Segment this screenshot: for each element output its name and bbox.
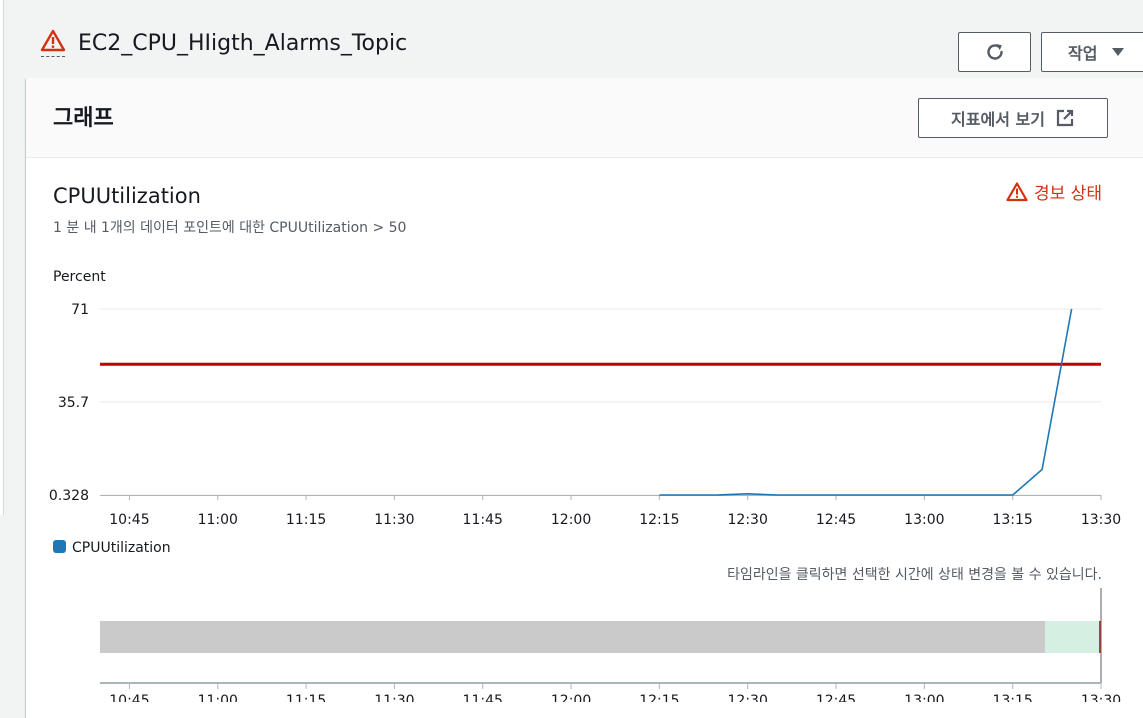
left-sidebar-edge bbox=[0, 0, 4, 515]
timeline-tick-label: 12:00 bbox=[551, 693, 591, 702]
x-tick-label: 13:15 bbox=[992, 512, 1032, 528]
page-title: EC2_CPU_HIigth_Alarms_Topic bbox=[78, 30, 408, 56]
x-tick-label: 10:45 bbox=[109, 512, 149, 528]
graph-panel: 그래프 지표에서 보기 CPUUtilization 1 분 내 1개의 데이터… bbox=[26, 78, 1143, 718]
timeline-tick-label: 13:30 bbox=[1081, 693, 1121, 702]
x-tick-label: 12:45 bbox=[816, 512, 856, 528]
x-tick-label: 13:30 bbox=[1081, 512, 1121, 528]
timeline-hint: 타임라인을 클릭하면 선택한 시간에 상태 변경을 볼 수 있습니다. bbox=[727, 567, 1102, 583]
x-tick-label: 11:15 bbox=[286, 512, 326, 528]
page-header: EC2_CPU_HIigth_Alarms_Topic bbox=[40, 28, 407, 58]
legend-swatch bbox=[53, 540, 66, 553]
timeline-segment-ok bbox=[1044, 621, 1099, 653]
timeline-tick-label: 11:45 bbox=[463, 693, 503, 702]
y-axis-label: Percent bbox=[53, 269, 106, 285]
cpu-utilization-chart[interactable]: Percent 71 35.7 0.328 10:45 11:00 11:15 11:30 11… bbox=[26, 78, 1143, 702]
x-tick-label: 12:00 bbox=[551, 512, 591, 528]
y-tick-label: 35.7 bbox=[58, 395, 89, 411]
timeline-tick-label: 12:15 bbox=[639, 693, 679, 702]
timeline-tick-label: 10:45 bbox=[109, 693, 149, 702]
timeline-tick-label: 12:30 bbox=[728, 693, 768, 702]
actions-dropdown-button[interactable]: 작업 bbox=[1041, 32, 1143, 72]
caret-down-icon bbox=[1112, 48, 1125, 56]
x-tick-label: 11:45 bbox=[463, 512, 503, 528]
timeline-tick-label: 13:15 bbox=[992, 693, 1032, 702]
timeline-tick-label: 11:30 bbox=[374, 693, 414, 702]
timeline-tick-label: 12:45 bbox=[816, 693, 856, 702]
timeline-tick-label: 11:00 bbox=[198, 693, 238, 702]
warning-triangle-icon[interactable] bbox=[40, 29, 66, 57]
timeline-tick-label: 11:15 bbox=[286, 693, 326, 702]
refresh-icon bbox=[986, 44, 1003, 60]
refresh-button[interactable] bbox=[958, 32, 1031, 72]
timeline-segment-insufficient-data bbox=[100, 621, 1045, 653]
legend-label: CPUUtilization bbox=[72, 540, 171, 556]
y-tick-label: 0.328 bbox=[49, 488, 89, 504]
x-tick-label: 11:00 bbox=[198, 512, 238, 528]
x-tick-label: 12:30 bbox=[728, 512, 768, 528]
x-tick-label: 13:00 bbox=[904, 512, 944, 528]
x-tick-label: 12:15 bbox=[639, 512, 679, 528]
x-tick-label: 11:30 bbox=[374, 512, 414, 528]
y-tick-label: 71 bbox=[71, 302, 89, 318]
timeline-tick-label: 13:00 bbox=[904, 693, 944, 702]
actions-label: 작업 bbox=[1068, 44, 1098, 63]
